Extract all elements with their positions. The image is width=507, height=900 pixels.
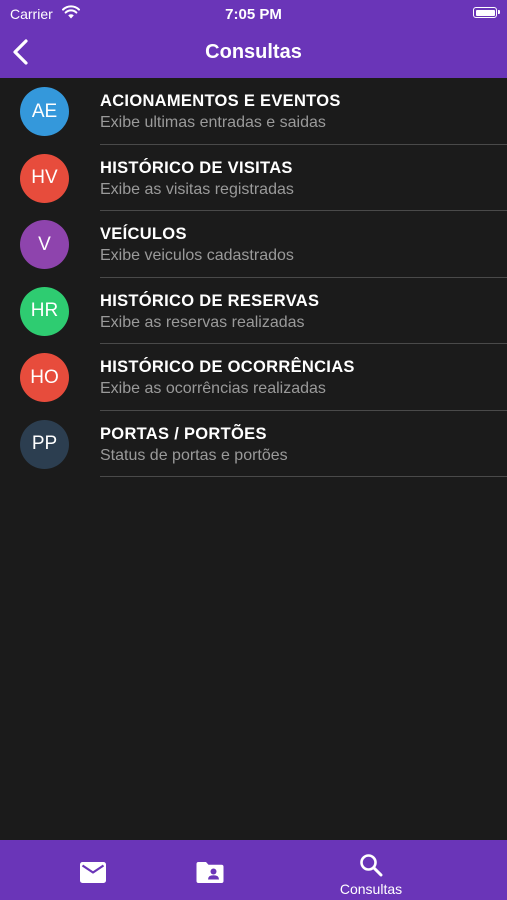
list-item-acionamentos[interactable]: AE ACIONAMENTOS E EVENTOS Exibe ultimas … (0, 78, 507, 145)
list-item-veiculos[interactable]: V VEÍCULOS Exibe veiculos cadastrados (0, 211, 507, 278)
tab-bar: Consultas (0, 840, 507, 900)
search-icon (360, 854, 383, 877)
avatar: HV (20, 153, 69, 203)
item-title: PORTAS / PORTÕES (100, 424, 267, 443)
avatar: HO (20, 353, 69, 402)
avatar: HR (20, 286, 69, 336)
tab-consultas[interactable]: Consultas (326, 840, 416, 900)
list-item-historico-ocorrencias[interactable]: HO HISTÓRICO DE OCORRÊNCIAS Exibe as oco… (0, 344, 507, 411)
avatar: AE (20, 87, 69, 136)
tab-label: Consultas (339, 881, 403, 897)
divider (100, 476, 507, 477)
navigation-bar: Consultas (0, 28, 507, 78)
item-title: ACIONAMENTOS E EVENTOS (100, 92, 341, 110)
item-subtitle: Exibe as visitas registradas (100, 180, 294, 198)
avatar: PP (20, 419, 69, 469)
status-time: 7:05 PM (225, 6, 282, 23)
status-bar: Carrier 7:05 PM (0, 0, 507, 28)
avatar: V (20, 220, 69, 269)
item-title: HISTÓRICO DE OCORRÊNCIAS (100, 358, 355, 376)
item-title: VEÍCULOS (100, 225, 187, 243)
item-subtitle: Exibe as reservas realizadas (100, 313, 305, 331)
mail-icon (80, 862, 106, 883)
contact-folder-icon (196, 862, 224, 883)
item-title: HISTÓRICO DE RESERVAS (100, 291, 320, 310)
list-item-historico-visitas[interactable]: HV HISTÓRICO DE VISITAS Exibe as visitas… (0, 145, 507, 211)
battery-level (475, 9, 495, 16)
tab-contacts[interactable] (165, 840, 255, 900)
item-subtitle: Exibe as ocorrências realizadas (100, 380, 326, 397)
consultas-list: AE ACIONAMENTOS E EVENTOS Exibe ultimas … (0, 78, 507, 477)
item-subtitle: Exibe veiculos cadastrados (100, 247, 294, 264)
battery-icon (473, 7, 500, 18)
list-item-historico-reservas[interactable]: HR HISTÓRICO DE RESERVAS Exibe as reserv… (0, 278, 507, 344)
tab-mail[interactable] (48, 840, 138, 900)
item-subtitle: Status de portas e portões (100, 446, 288, 464)
list-item-portas-portoes[interactable]: PP PORTAS / PORTÕES Status de portas e p… (0, 411, 507, 477)
item-subtitle: Exibe ultimas entradas e saidas (100, 114, 326, 131)
item-title: HISTÓRICO DE VISITAS (100, 158, 293, 177)
page-title: Consultas (205, 41, 302, 63)
